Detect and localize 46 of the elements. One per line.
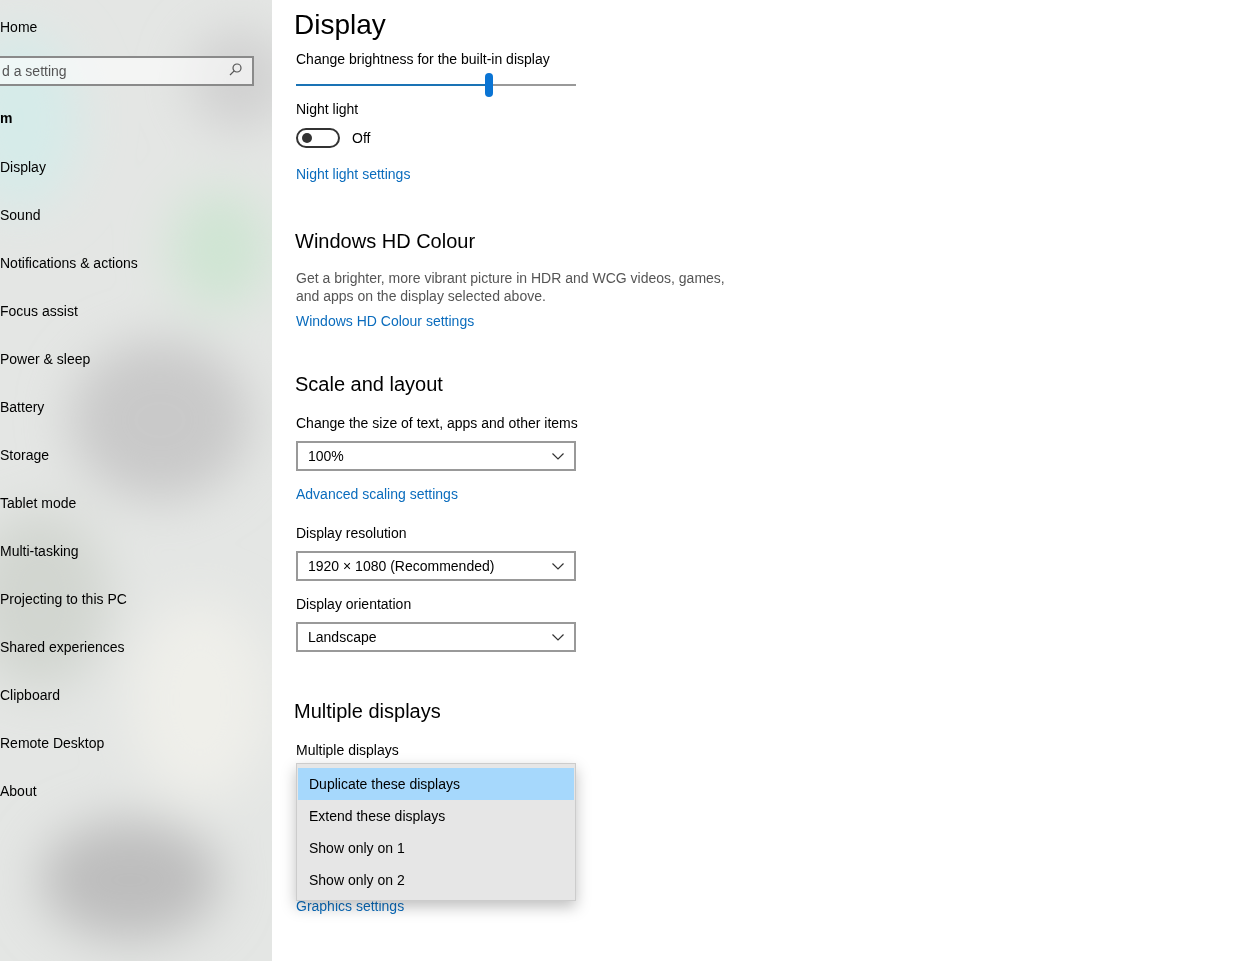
- nav-item[interactable]: Notifications & actions: [0, 253, 272, 301]
- chevron-down-icon: [552, 633, 564, 641]
- nav-item[interactable]: Projecting to this PC: [0, 589, 272, 637]
- nav-item[interactable]: Multi-tasking: [0, 541, 272, 589]
- chevron-down-icon: [552, 562, 564, 570]
- brightness-slider[interactable]: [296, 73, 576, 97]
- night-light-toggle[interactable]: [296, 128, 340, 148]
- menu-option[interactable]: Duplicate these displays: [298, 768, 574, 800]
- search-icon[interactable]: [229, 63, 242, 76]
- page-title: Display: [294, 8, 387, 42]
- scale-dropdown[interactable]: 100%: [296, 441, 576, 471]
- resolution-label: Display resolution: [296, 524, 408, 543]
- slider-thumb[interactable]: [485, 73, 494, 97]
- section-heading: Windows HD Colour: [295, 229, 477, 254]
- home-link[interactable]: Home: [0, 17, 272, 37]
- orientation-dropdown[interactable]: Landscape: [296, 622, 576, 652]
- nav-item[interactable]: Battery: [0, 397, 272, 445]
- nav-item[interactable]: Remote Desktop: [0, 733, 272, 781]
- nav-item[interactable]: Shared experiences: [0, 637, 272, 685]
- nav-item[interactable]: Focus assist: [0, 301, 272, 349]
- advanced-scaling-link[interactable]: Advanced scaling settings: [296, 484, 458, 504]
- size-label: Change the size of text, apps and other items: [296, 414, 579, 433]
- nav-item[interactable]: Clipboard: [0, 685, 272, 733]
- night-light-label: Night light: [296, 100, 360, 119]
- orientation-label: Display orientation: [296, 595, 413, 614]
- multiple-displays-label: Multiple displays: [296, 741, 400, 760]
- hd-colour-description: Get a brighter, more vibrant picture in HDR and WCG videos, games, and apps on the display selected above.: [296, 269, 726, 305]
- nav-item[interactable]: Tablet mode: [0, 493, 272, 541]
- toggle-state: Off: [352, 129, 371, 148]
- section-heading: Multiple displays: [294, 699, 442, 724]
- nav-item[interactable]: Display: [0, 157, 272, 205]
- menu-option[interactable]: Show only on 1: [298, 832, 574, 864]
- nav-item[interactable]: About: [0, 781, 272, 829]
- menu-option[interactable]: Extend these displays: [298, 800, 574, 832]
- chevron-down-icon: [552, 452, 564, 460]
- menu-option[interactable]: Show only on 2: [298, 864, 574, 896]
- hd-colour-settings-link[interactable]: Windows HD Colour settings: [296, 311, 475, 331]
- search-field[interactable]: d a setting: [0, 56, 254, 86]
- resolution-dropdown[interactable]: 1920 × 1080 (Recommended): [296, 551, 576, 581]
- nav-item[interactable]: Storage: [0, 445, 272, 493]
- nav-item[interactable]: Sound: [0, 205, 272, 253]
- section-heading: Scale and layout: [295, 372, 444, 397]
- section-title: m: [0, 109, 14, 128]
- night-light-settings-link[interactable]: Night light settings: [296, 164, 411, 184]
- brightness-label: Change brightness for the built-in display: [296, 50, 551, 69]
- nav-item[interactable]: Power & sleep: [0, 349, 272, 397]
